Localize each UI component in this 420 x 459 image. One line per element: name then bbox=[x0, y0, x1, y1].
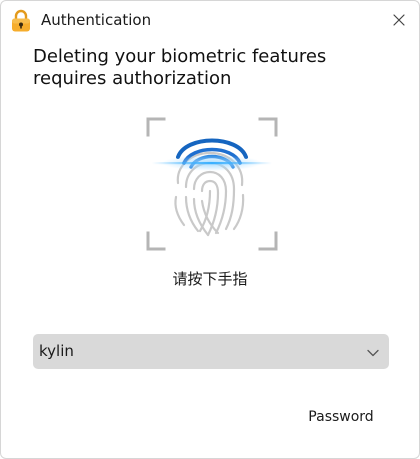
auth-message: Deleting your biometric features require… bbox=[33, 46, 393, 90]
chevron-down-icon bbox=[366, 345, 380, 359]
close-icon bbox=[393, 11, 405, 30]
auth-message-line-1: Deleting your biometric features bbox=[33, 46, 327, 67]
authentication-dialog: Authentication Deleting your biometric f… bbox=[0, 0, 420, 459]
password-button[interactable]: Password bbox=[301, 408, 381, 427]
user-select[interactable]: kylin bbox=[33, 334, 389, 369]
lock-icon bbox=[10, 9, 32, 33]
close-button[interactable] bbox=[385, 7, 413, 33]
window-title: Authentication bbox=[41, 11, 152, 29]
fingerprint-icon bbox=[146, 117, 278, 251]
user-select-value: kylin bbox=[39, 342, 74, 360]
auth-message-line-2: requires authorization bbox=[33, 68, 232, 89]
fingerprint-prompt: 请按下手指 bbox=[172, 270, 248, 288]
title-bar: Authentication bbox=[1, 1, 419, 39]
